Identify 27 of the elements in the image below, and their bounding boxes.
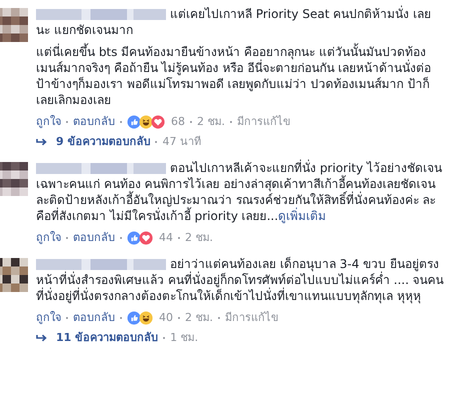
thumbs-up-icon <box>127 311 141 325</box>
reply-arrow-icon <box>36 137 48 147</box>
reply-link[interactable]: ตอบกลับ <box>73 114 115 130</box>
like-link[interactable]: ถูกใจ <box>36 310 61 326</box>
thumbs-up-icon <box>127 115 141 129</box>
replies-time: 47 นาที <box>162 134 201 150</box>
comment-text: อย่าว่าแต่คนท้องเลย เด็กอนุบาล 3-4 ขวบ ยืนอยู่ตรงหน้าที่นั่งสำรองพิเศษแล้ว คนที่นั่งอยู่ก็กดโทรศัพท์ต่อไปแบบไม่แคร์ค่ำ .... จนคนที่นั่งอยู่ที่นั่งตรงกลางต้องตะโกนให้เด็กเข้าไปนั่งที่เขาแทนแบบทุลักทุเล หุหุหุ <box>36 256 444 304</box>
reply-link[interactable]: ตอบกลับ <box>73 310 115 326</box>
reply-link[interactable]: ตอบกลับ <box>73 230 115 246</box>
comment-time: 2 ชม. <box>185 310 213 326</box>
like-link[interactable]: ถูกใจ <box>36 114 61 130</box>
thumbs-up-icon <box>127 231 141 245</box>
reaction-count: 68 <box>171 114 185 130</box>
see-more-link[interactable]: ดูเพิ่มเติม <box>278 209 326 223</box>
comment-time: 2 ชม. <box>197 114 225 130</box>
reply-arrow-icon <box>36 333 48 343</box>
replies-link[interactable]: 9 ข้อความตอบกลับ <box>56 134 150 150</box>
like-link[interactable]: ถูกใจ <box>36 230 61 246</box>
comment-text: แต่นี่เคยขึ้น bts มีคนท้องมายืนข้างหน้า คืออยากลุกนะ แต่วันนั้นมันปวดท้องเมนส์มากจริงๆ คือถ้ายืน ไม่รู้คนท้อง หรือ อีนี่จะตายก่อนกัน เลยหน้าด้านนั่งต่อ ป้าข้างๆก็มองเรา พอดีแม่โทรมาพอดี เลยพูดกับแม่ว่า ปวดท้องเมนส์มาก ป้าก็เลยเลิกมองเลย <box>36 44 432 108</box>
replies-link[interactable]: 11 ข้อความตอบกลับ <box>56 330 158 346</box>
comment-time: 2 ชม. <box>185 230 213 246</box>
laughing-face-icon <box>139 115 153 129</box>
reaction-count: 44 <box>159 230 173 246</box>
reaction-count: 40 <box>159 310 173 326</box>
replies-time: 1 ชม. <box>170 330 198 346</box>
comment-text: ตอนไปเกาหลีเค้าจะแยกที่นั่ง priority ไว้อย่างชัดเจน เฉพาะคนแก่ คนท้อง คนพิการไว้เลย อย่างล่าสุดเค้าทาสีเก้าอี้คนท้องเลยชัดเจน ละติดป้ายหลังเก้าอี้อันใหญ่ประมาณว่า รณรงค์ช่วยกันให้สิทธิ์ที่นั่งคนท้องค่ะ ละคือที่สังเกตมา ไม่มีใครนั่งเก้าอี้ priority เลยย...ดูเพิ่มเติม <box>36 160 444 224</box>
laughing-face-icon <box>139 311 153 325</box>
